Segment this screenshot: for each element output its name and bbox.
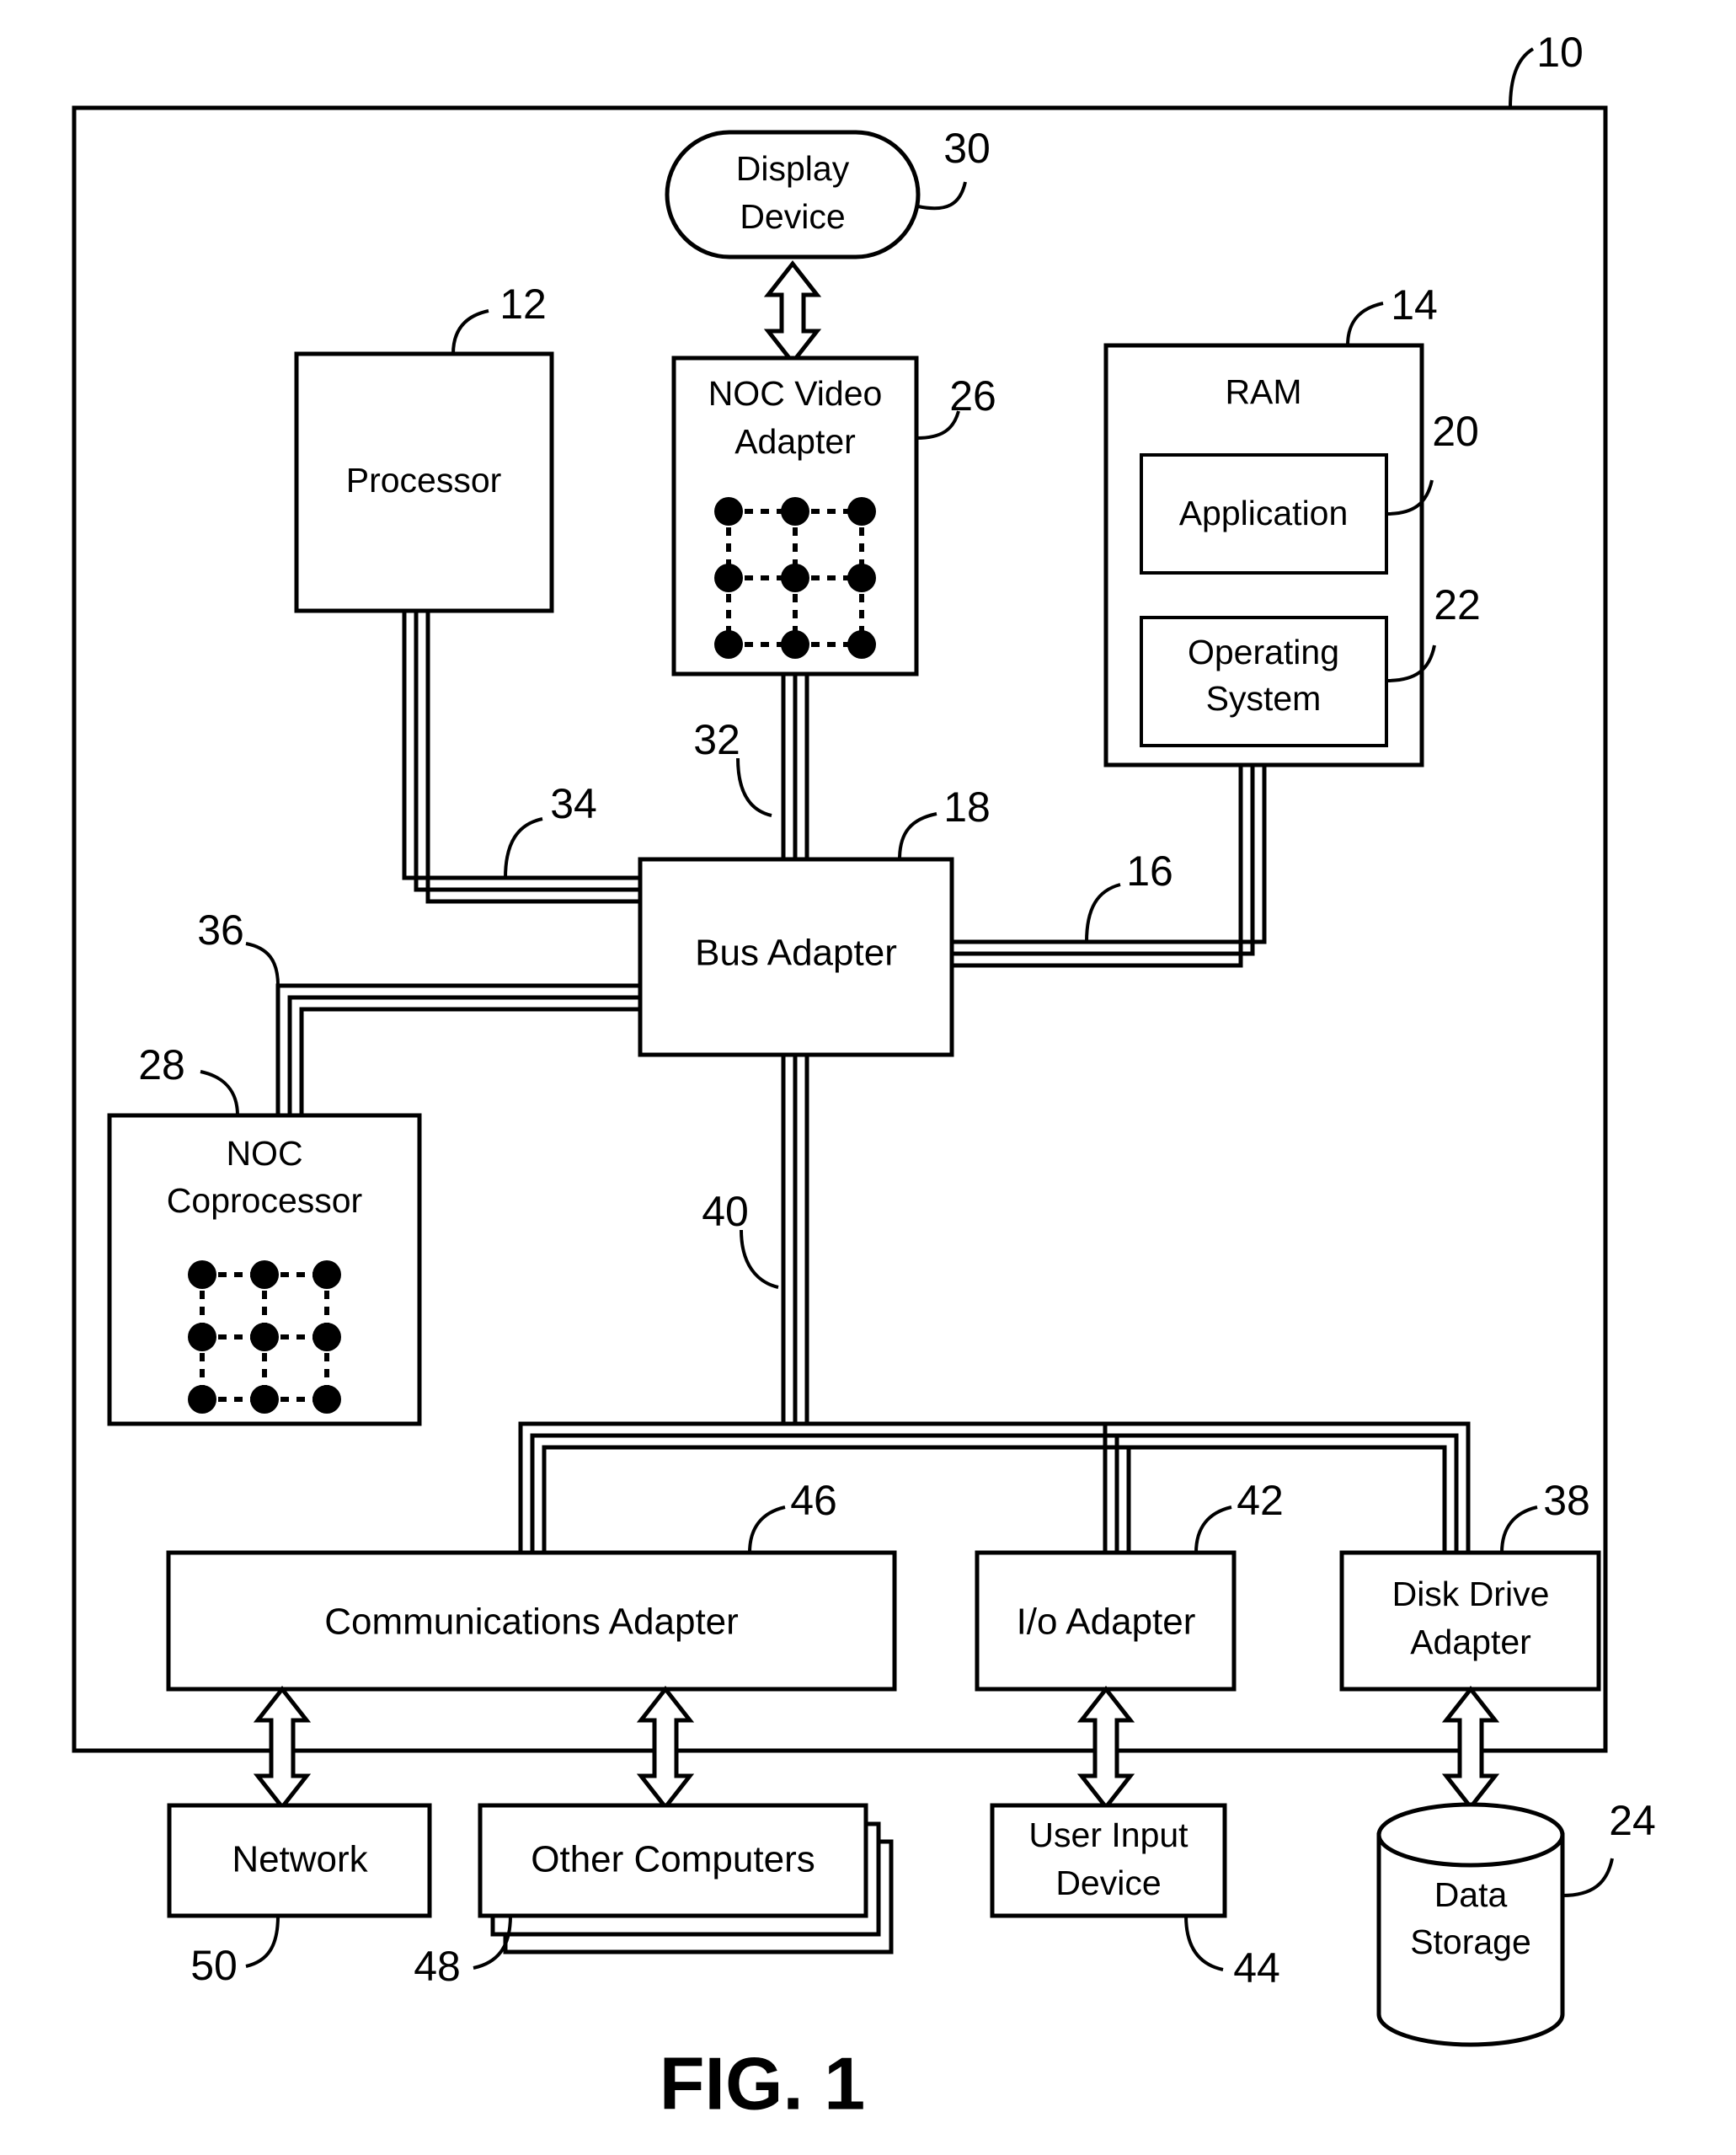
communications-adapter-label: Communications Adapter <box>324 1602 739 1643</box>
ref-number-18: 18 <box>943 783 991 831</box>
ref-number-22: 22 <box>1434 581 1481 628</box>
disk-drive-adapter-label-line1: Disk Drive <box>1392 1575 1550 1613</box>
ref-number-46: 46 <box>790 1477 837 1524</box>
noc-coprocessor-label-line2: Coprocessor <box>167 1181 362 1220</box>
ref-number-26: 26 <box>949 372 996 420</box>
ref-number-44: 44 <box>1233 1944 1280 1992</box>
leader-line-10 <box>1509 47 1535 109</box>
noc-video-mesh-icon <box>714 497 876 659</box>
ref-number-36: 36 <box>197 906 244 954</box>
network-label: Network <box>232 1839 368 1880</box>
ref-number-30: 30 <box>943 125 991 172</box>
operating-system-label-line2: System <box>1206 679 1322 718</box>
disk-drive-adapter-label-line2: Adapter <box>1410 1623 1531 1661</box>
leader-line-24 <box>1562 1858 1614 1897</box>
display-device-label-line2: Device <box>740 197 845 236</box>
patent-figure-page: 10 32 34 36 16 40 Display Device 30 Proc… <box>0 0 1736 2155</box>
leader-line-44 <box>1184 1915 1224 1971</box>
user-input-device-label-line1: User Input <box>1028 1815 1188 1854</box>
noc-video-adapter-label-line1: NOC Video <box>708 374 883 413</box>
noc-coprocessor-mesh-icon <box>188 1260 341 1414</box>
noc-video-adapter-label-line2: Adapter <box>734 422 856 461</box>
ram-label: RAM <box>1225 372 1301 411</box>
ref-number-48: 48 <box>414 1943 461 1990</box>
leader-line-50 <box>245 1915 280 1968</box>
figure-caption: FIG. 1 <box>660 2041 866 2125</box>
noc-coprocessor-label-line1: NOC <box>226 1134 302 1173</box>
ref-number-20: 20 <box>1432 408 1479 455</box>
io-adapter-label: I/o Adapter <box>1017 1602 1196 1643</box>
user-input-device-label-line2: Device <box>1055 1864 1161 1902</box>
other-computers-label: Other Computers <box>531 1839 815 1880</box>
ref-number-10: 10 <box>1536 29 1584 76</box>
ref-number-28: 28 <box>138 1041 185 1088</box>
ref-number-24: 24 <box>1609 1797 1656 1844</box>
processor-label: Processor <box>346 461 502 500</box>
figure-canvas: 10 32 34 36 16 40 Display Device 30 Proc… <box>72 29 1656 2125</box>
ref-number-38: 38 <box>1543 1477 1590 1524</box>
ref-number-16: 16 <box>1126 848 1173 895</box>
ref-number-50: 50 <box>190 1942 238 1989</box>
ref-number-40: 40 <box>702 1188 749 1235</box>
ref-number-34: 34 <box>550 780 597 827</box>
operating-system-label-line1: Operating <box>1188 633 1339 671</box>
bus-adapter-label: Bus Adapter <box>695 933 897 974</box>
data-storage-label-line2: Storage <box>1410 1922 1531 1961</box>
ref-number-12: 12 <box>499 281 547 328</box>
display-device-label-line1: Display <box>736 149 850 188</box>
ref-number-14: 14 <box>1391 281 1438 329</box>
ref-number-42: 42 <box>1237 1477 1284 1524</box>
ref-number-32: 32 <box>693 716 740 763</box>
disk-drive-adapter-box[interactable] <box>1339 1550 1601 1692</box>
data-storage-label-line1: Data <box>1434 1875 1508 1914</box>
application-label: Application <box>1179 494 1349 532</box>
